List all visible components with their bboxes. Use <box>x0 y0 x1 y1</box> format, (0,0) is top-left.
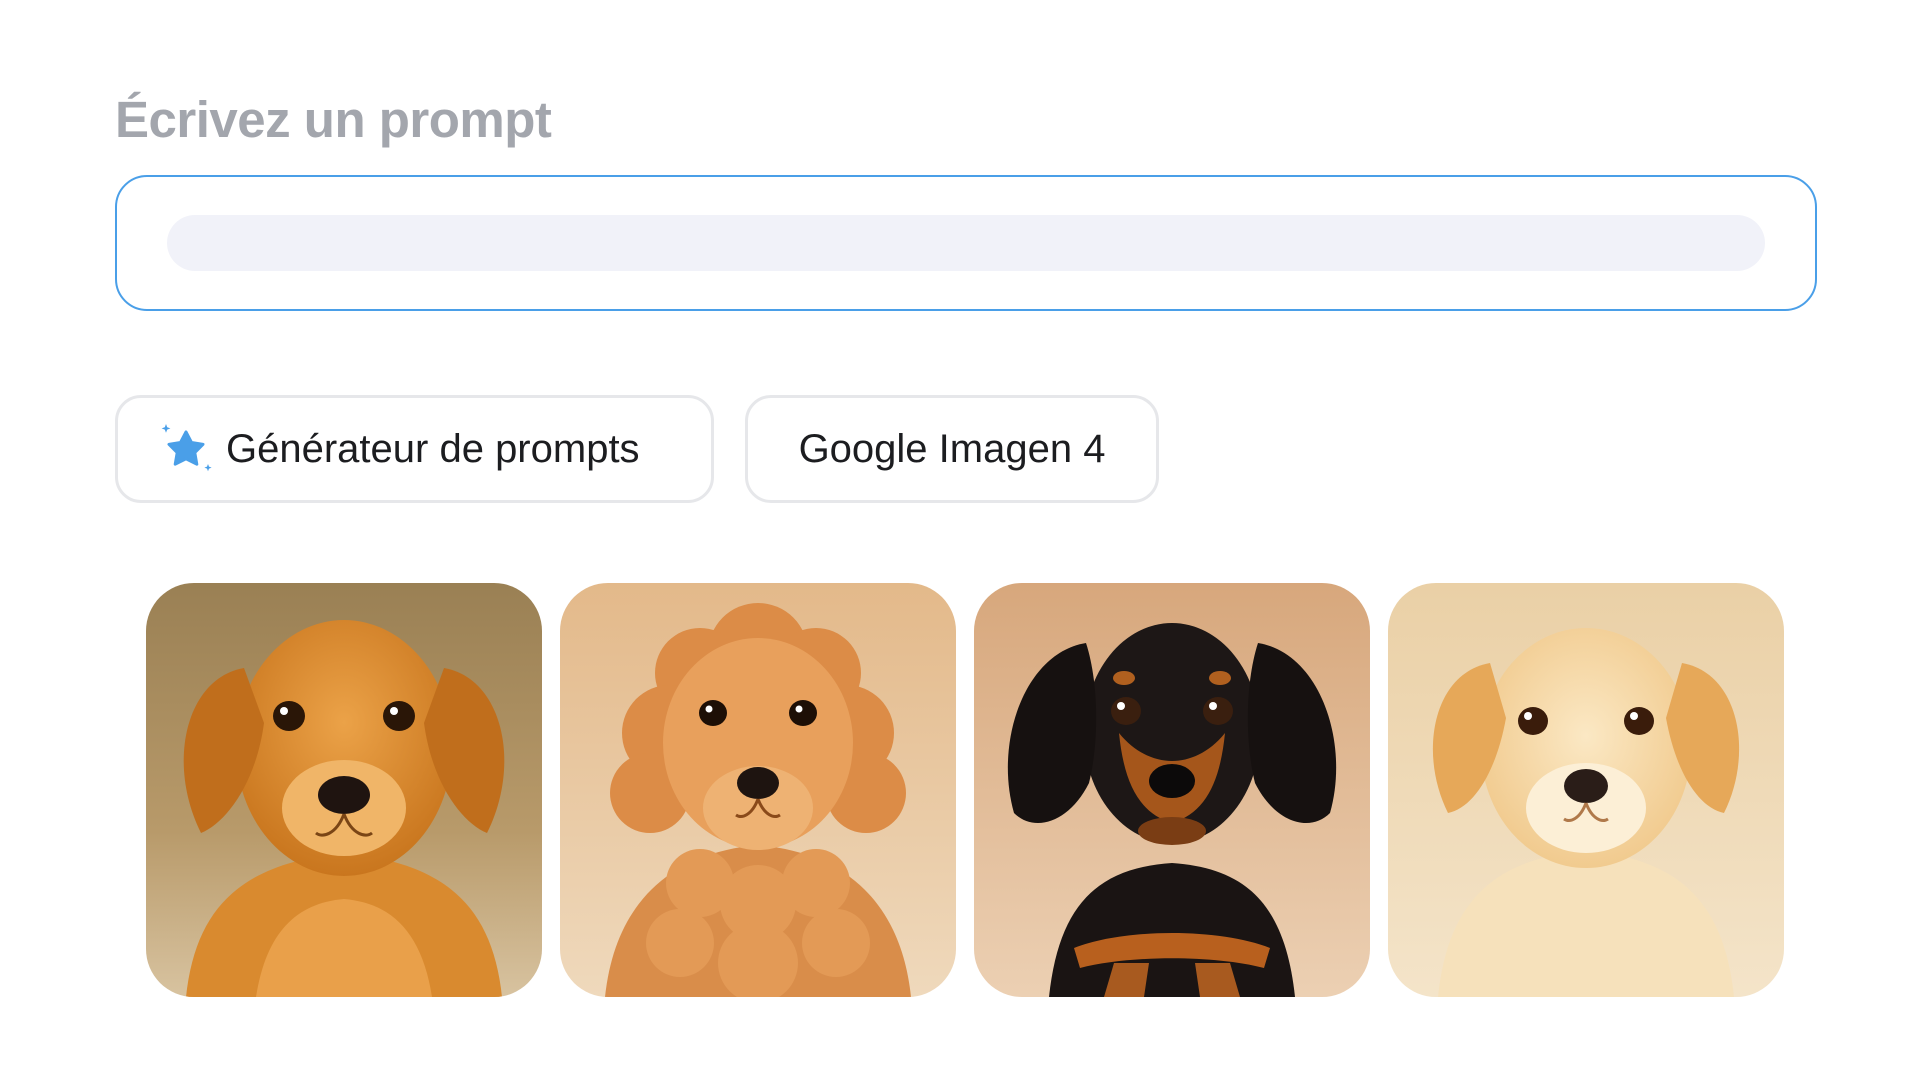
dachshund-puppy-illustration <box>974 583 1370 997</box>
poodle-puppy-illustration <box>560 583 956 997</box>
generated-image-cream-puppy[interactable] <box>1388 583 1784 997</box>
image-gallery <box>146 583 1784 997</box>
generated-image-golden-puppy[interactable] <box>146 583 542 997</box>
prompt-box[interactable] <box>115 175 1817 311</box>
prompt-generator-button[interactable]: Générateur de prompts <box>115 395 714 503</box>
prompt-input[interactable] <box>167 215 1765 271</box>
prompt-title: Écrivez un prompt <box>115 91 552 148</box>
golden-puppy-illustration <box>146 583 542 997</box>
prompt-generator-label: Générateur de prompts <box>226 426 640 471</box>
sparkle-star-icon <box>161 424 212 472</box>
model-selector-button[interactable]: Google Imagen 4 <box>745 395 1159 503</box>
generated-image-dachshund-puppy[interactable] <box>974 583 1370 997</box>
cream-puppy-illustration <box>1388 583 1784 997</box>
model-selector-label: Google Imagen 4 <box>798 426 1106 471</box>
generated-image-poodle-puppy[interactable] <box>560 583 956 997</box>
